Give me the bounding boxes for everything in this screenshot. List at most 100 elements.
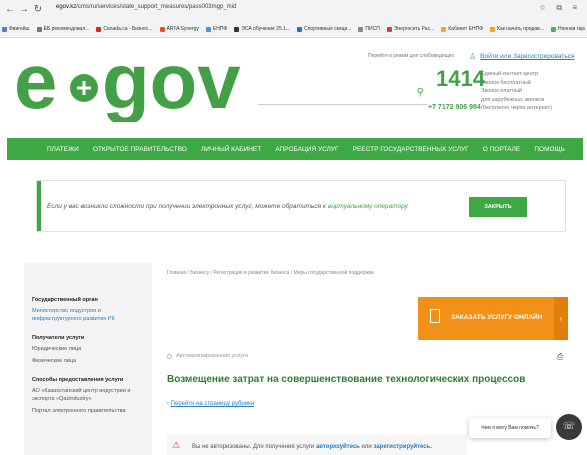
search-icon[interactable]: ⚲ (417, 87, 424, 98)
document-icon (430, 309, 440, 323)
bookmark-item[interactable]: Фвигейш (2, 26, 30, 32)
contact-line: для зарубежных звонков (481, 96, 545, 103)
contact-line: Звонок бесплатный (481, 79, 531, 86)
contact-line: Звонок платный (481, 88, 522, 94)
nav-service-registry[interactable]: РЕЕСТР ГОСУДАРСТВЕННЫХ УСЛУГ (353, 146, 469, 153)
back-arrow-icon[interactable]: ← (4, 4, 16, 15)
main-nav: ПЛАТЕЖИ ОТКРЫТОЕ ПРАВИТЕЛЬСТВО ЛИЧНЫЙ КА… (7, 138, 583, 160)
recipient-item: Физические лица (32, 358, 77, 364)
egov-logo[interactable]: e gov (14, 50, 249, 122)
bookmark-favicon-icon (550, 26, 556, 32)
bookmark-item[interactable]: ПИСП (358, 26, 380, 32)
bookmark-item[interactable]: ЭСА обучение 25.1... (234, 26, 290, 32)
auth-alert-message: Вы не авторизованы. Для получения услуги (192, 444, 315, 450)
bookmark-item[interactable]: Нонная гаража (550, 26, 585, 32)
automated-label: Автоматизированная услуга (176, 353, 248, 359)
reload-icon[interactable]: ↻ (32, 4, 44, 15)
bookmark-favicon-icon (234, 26, 240, 32)
bookmark-label: Нонная гаража (557, 26, 585, 32)
bookmark-label: Энергосеть Рас... (393, 26, 435, 32)
contact-line: Единый контакт-центр (481, 71, 539, 77)
bookmark-item[interactable]: Canada.ca - Бизнес... (96, 26, 153, 32)
bookmark-favicon-icon (358, 26, 364, 32)
bookmark-favicon-icon (386, 26, 392, 32)
chevron-right-icon: › (554, 297, 568, 340)
contact-info: Единый контакт-центр Звонок бесплатный З… (481, 70, 581, 113)
order-online-button[interactable]: ЗАКАЗАТЬ УСЛУГУ ОНЛАЙН › (418, 297, 568, 340)
bookmark-label: Canada.ca - Бизнес... (103, 26, 153, 32)
nav-service-testing[interactable]: АПРОБАЦИЯ УСЛУГ (275, 146, 338, 153)
bookmark-label: ПИСП (365, 26, 380, 32)
bookmark-item[interactable]: Спортивные секци... (297, 26, 351, 32)
close-notice-button[interactable]: ЗАКРЫТЬ (469, 197, 527, 217)
chevron-left-icon: ‹ (167, 401, 169, 407)
bookmark-label: ARTA Synergy (166, 26, 199, 32)
auth-alert-text: Вы не авторизованы. Для получения услуги… (192, 444, 432, 450)
warning-icon: ⚠ (172, 440, 181, 450)
notice-message: Если у вас возникли сложности при получе… (47, 203, 326, 210)
nav-about[interactable]: О ПОРТАЛЕ (483, 146, 520, 153)
method-item: Портал электронного правительства (32, 408, 126, 414)
bookmark-label: Как начать продав... (497, 26, 544, 32)
nav-personal-cabinet[interactable]: ЛИЧНЫЙ КАБИНЕТ (201, 146, 261, 153)
bookmark-label: Фвигейш (9, 26, 30, 32)
headset-chat-icon[interactable]: ☏ (556, 414, 582, 440)
bookmark-item[interactable]: Как начать продав... (490, 26, 544, 32)
bookmark-label: ЕБ рекомендовал... (43, 26, 90, 32)
bookmark-label: Кабинет ЕНПФ (448, 26, 484, 32)
register-link[interactable]: зарегистрируйтесь. (373, 444, 432, 450)
recipients-heading: Получатели услуги (32, 335, 85, 341)
nav-help[interactable]: ПОМОЩЬ (534, 146, 565, 153)
help-bubble[interactable]: Чем я могу Вам помочь? (469, 418, 551, 438)
login-action-link[interactable]: авторизуйтесь (316, 444, 360, 450)
order-online-label: ЗАКАЗАТЬ УСЛУГУ ОНЛАЙН (451, 314, 543, 321)
bookmark-favicon-icon (205, 26, 211, 32)
bookmark-favicon-icon (441, 26, 447, 32)
contact-line: (бесплатно через интернет) (481, 105, 552, 111)
breadcrumb[interactable]: Главная / Бизнесу / Регистрация и развит… (167, 270, 374, 276)
virtual-operator-link[interactable]: виртуальному оператору (328, 203, 408, 210)
url-path: /cms/ru/services/state_support_measures/… (76, 4, 237, 10)
print-icon[interactable]: ⎙ (557, 352, 563, 362)
notice-text: Если у вас возникли сложности при получе… (47, 203, 408, 210)
bookmark-item[interactable]: Энергосеть Рас... (386, 26, 435, 32)
user-icon: ♙ (469, 52, 477, 61)
gov-body-link[interactable]: Министерство индустрии и инфраструктурно… (32, 307, 144, 323)
bookmark-item[interactable]: ЕНПФ (205, 26, 228, 32)
back-to-category-link[interactable]: ‹ Перейти на страницу рубрики (167, 401, 254, 407)
nav-payments[interactable]: ПЛАТЕЖИ (47, 146, 79, 153)
logo-e: e (14, 50, 57, 122)
recipient-item: Юридические лица (32, 346, 82, 352)
bookmark-favicon-icon (159, 26, 165, 32)
bookmark-item[interactable]: ЕБ рекомендовал... (36, 26, 90, 32)
alert-or: или (361, 444, 372, 450)
nav-open-government[interactable]: ОТКРЫТОЕ ПРАВИТЕЛЬСТВО (93, 146, 187, 153)
browser-actions[interactable]: ☆ ⧉ ≡ (539, 3, 581, 13)
methods-heading: Способы предоставления услуги (32, 377, 124, 383)
search-input[interactable]: ⚲ (258, 85, 428, 105)
url-host: egov.kz (56, 4, 77, 10)
method-item: АО «Казахстанский центр индустрии и эксп… (32, 388, 131, 402)
bookmark-label: ЭСА обучение 25.1... (241, 26, 291, 32)
bookmark-item[interactable]: ARTA Synergy (159, 26, 199, 32)
bookmark-label: Спортивные секци... (304, 26, 352, 32)
address-bar[interactable]: egov.kz/cms/ru/services/state_support_me… (56, 4, 236, 10)
phone-short-number: 1414 (436, 66, 485, 91)
forward-arrow-icon[interactable]: → (18, 4, 30, 15)
page-title: Возмещение затрат на совершенствование т… (167, 374, 526, 385)
bookmark-favicon-icon (2, 26, 7, 32)
bookmark-label: ЕНПФ (212, 26, 228, 32)
auth-alert: ⚠ Вы не авторизованы. Для получения услу… (167, 435, 467, 455)
virtual-operator-notice: Если у вас возникли сложности при получе… (36, 180, 566, 232)
back-link-label: Перейти на страницу рубрики (170, 401, 255, 407)
bookmarks-bar: Фвигейш ЕБ рекомендовал... Canada.ca - Биз… (2, 22, 585, 36)
browser-chrome: ← → ↻ egov.kz/cms/ru/services/state_supp… (0, 0, 587, 38)
bookmark-item[interactable]: Кабинет ЕНПФ (441, 26, 483, 32)
login-link[interactable]: ♙ Войти или Зарегистрироваться (469, 52, 575, 61)
bookmark-favicon-icon (297, 26, 303, 32)
visually-impaired-link[interactable]: Перейти в режим для слабовидящих (368, 53, 454, 59)
bookmark-favicon-icon (36, 26, 42, 32)
notice-accent-bar (37, 181, 41, 231)
bookmark-favicon-icon (96, 26, 102, 32)
logo-gov: gov (102, 50, 241, 122)
